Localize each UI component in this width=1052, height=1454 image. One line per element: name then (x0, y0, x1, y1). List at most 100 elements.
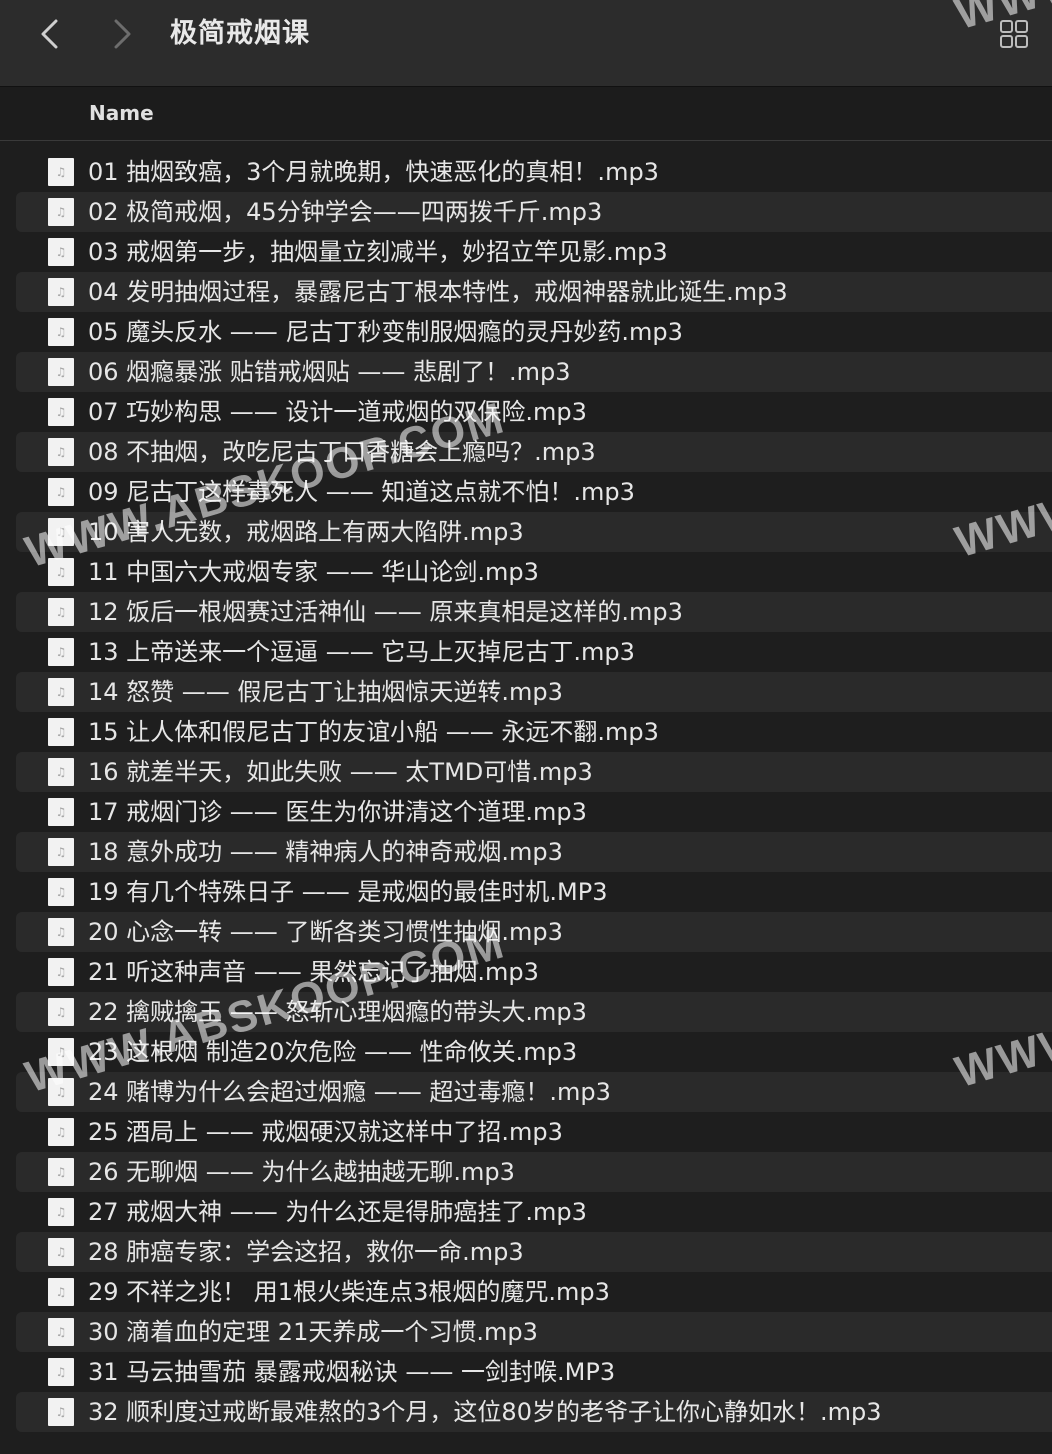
music-note-icon: ♫ (55, 605, 67, 619)
audio-file-icon: ♫ (48, 1078, 74, 1106)
file-row[interactable]: ♫ 04 发明抽烟过程，暴露尼古丁根本特性，戒烟神器就此诞生.mp3 (16, 272, 1052, 312)
file-row[interactable]: ♫ 15 让人体和假尼古丁的友谊小船 —— 永远不翻.mp3 (16, 712, 1052, 752)
audio-file-icon: ♫ (48, 758, 74, 786)
file-row[interactable]: ♫ 02 极简戒烟，45分钟学会——四两拨千斤.mp3 (16, 192, 1052, 232)
audio-file-icon: ♫ (48, 198, 74, 226)
audio-file-icon: ♫ (48, 238, 74, 266)
file-name: 31 马云抽雪茄 暴露戒烟秘诀 —— 一剑封喉.MP3 (88, 1358, 616, 1386)
file-name: 19 有几个特殊日子 —— 是戒烟的最佳时机.MP3 (88, 878, 608, 906)
file-row[interactable]: ♫ 25 酒局上 —— 戒烟硬汉就这样中了招.mp3 (16, 1112, 1052, 1152)
music-note-icon: ♫ (55, 205, 67, 219)
name-column-header[interactable]: Name (89, 99, 154, 127)
audio-file-icon: ♫ (48, 998, 74, 1026)
file-name: 11 中国六大戒烟专家 —— 华山论剑.mp3 (88, 558, 539, 586)
file-name: 16 就差半天，如此失败 —— 太TMD可惜.mp3 (88, 758, 593, 786)
audio-file-icon: ♫ (48, 838, 74, 866)
audio-file-icon: ♫ (48, 1358, 74, 1386)
file-name: 22 擒贼擒王 —— 怒斩心理烟瘾的带头大.mp3 (88, 998, 587, 1026)
audio-file-icon: ♫ (48, 158, 74, 186)
file-row[interactable]: ♫ 11 中国六大戒烟专家 —— 华山论剑.mp3 (16, 552, 1052, 592)
file-row[interactable]: ♫ 16 就差半天，如此失败 —— 太TMD可惜.mp3 (16, 752, 1052, 792)
music-note-icon: ♫ (55, 1205, 67, 1219)
audio-file-icon: ♫ (48, 278, 74, 306)
file-name: 21 听这种声音 —— 果然忘记了抽烟.mp3 (88, 958, 539, 986)
file-name: 05 魔头反水 —— 尼古丁秒变制服烟瘾的灵丹妙药.mp3 (88, 318, 683, 346)
audio-file-icon: ♫ (48, 398, 74, 426)
back-button[interactable] (32, 16, 68, 52)
music-note-icon: ♫ (55, 245, 67, 259)
file-name: 04 发明抽烟过程，暴露尼古丁根本特性，戒烟神器就此诞生.mp3 (88, 278, 788, 306)
chevron-right-icon (114, 19, 131, 49)
file-row[interactable]: ♫ 17 戒烟门诊 —— 医生为你讲清这个道理.mp3 (16, 792, 1052, 832)
file-name: 07 巧妙构思 —— 设计一道戒烟的双保险.mp3 (88, 398, 587, 426)
file-row[interactable]: ♫ 18 意外成功 —— 精神病人的神奇戒烟.mp3 (16, 832, 1052, 872)
file-row[interactable]: ♫ 08 不抽烟，改吃尼古丁口香糖会上瘾吗？.mp3 (16, 432, 1052, 472)
file-name: 24 赌博为什么会超过烟瘾 —— 超过毒瘾！.mp3 (88, 1078, 611, 1106)
music-note-icon: ♫ (55, 1365, 67, 1379)
file-row[interactable]: ♫ 19 有几个特殊日子 —— 是戒烟的最佳时机.MP3 (16, 872, 1052, 912)
file-name: 01 抽烟致癌，3个月就晚期，快速恶化的真相！.mp3 (88, 158, 659, 186)
file-row[interactable]: ♫ 31 马云抽雪茄 暴露戒烟秘诀 —— 一剑封喉.MP3 (16, 1352, 1052, 1392)
file-name: 30 滴着血的定理 21天养成一个习惯.mp3 (88, 1318, 538, 1346)
file-row[interactable]: ♫ 23 这根烟 制造20次危险 —— 性命攸关.mp3 (16, 1032, 1052, 1072)
file-row[interactable]: ♫ 01 抽烟致癌，3个月就晚期，快速恶化的真相！.mp3 (16, 152, 1052, 192)
file-row[interactable]: ♫ 24 赌博为什么会超过烟瘾 —— 超过毒瘾！.mp3 (16, 1072, 1052, 1112)
file-name: 25 酒局上 —— 戒烟硬汉就这样中了招.mp3 (88, 1118, 563, 1146)
music-note-icon: ♫ (55, 805, 67, 819)
grid-view-button[interactable] (996, 16, 1032, 52)
file-row[interactable]: ♫ 05 魔头反水 —— 尼古丁秒变制服烟瘾的灵丹妙药.mp3 (16, 312, 1052, 352)
file-row[interactable]: ♫ 32 顺利度过戒断最难熬的3个月，这位80岁的老爷子让你心静如水！.mp3 (16, 1392, 1052, 1432)
file-row[interactable]: ♫ 03 戒烟第一步，抽烟量立刻减半，妙招立竿见影.mp3 (16, 232, 1052, 272)
audio-file-icon: ♫ (48, 1278, 74, 1306)
audio-file-icon: ♫ (48, 1118, 74, 1146)
file-row[interactable]: ♫ 29 不祥之兆！ 用1根火柴连点3根烟的魔咒.mp3 (16, 1272, 1052, 1312)
file-row[interactable]: ♫ 28 肺癌专家：学会这招，救你一命.mp3 (16, 1232, 1052, 1272)
file-row[interactable]: ♫ 13 上帝送来一个逗逼 —— 它马上灭掉尼古丁.mp3 (16, 632, 1052, 672)
file-name: 06 烟瘾暴涨 贴错戒烟贴 —— 悲剧了！.mp3 (88, 358, 571, 386)
music-note-icon: ♫ (55, 1285, 67, 1299)
audio-file-icon: ♫ (48, 638, 74, 666)
music-note-icon: ♫ (55, 1405, 67, 1419)
music-note-icon: ♫ (55, 285, 67, 299)
file-name: 20 心念一转 —— 了断各类习惯性抽烟.mp3 (88, 918, 563, 946)
file-name: 03 戒烟第一步，抽烟量立刻减半，妙招立竿见影.mp3 (88, 238, 668, 266)
audio-file-icon: ♫ (48, 358, 74, 386)
file-row[interactable]: ♫ 14 怒赞 —— 假尼古丁让抽烟惊天逆转.mp3 (16, 672, 1052, 712)
file-row[interactable]: ♫ 09 尼古丁这样毒死人 —— 知道这点就不怕！.mp3 (16, 472, 1052, 512)
toolbar: 极简戒烟课 (0, 0, 1052, 87)
file-name: 12 饭后一根烟赛过活神仙 —— 原来真相是这样的.mp3 (88, 598, 683, 626)
music-note-icon: ♫ (55, 925, 67, 939)
music-note-icon: ♫ (55, 645, 67, 659)
file-row[interactable]: ♫ 21 听这种声音 —— 果然忘记了抽烟.mp3 (16, 952, 1052, 992)
audio-file-icon: ♫ (48, 678, 74, 706)
file-name: 27 戒烟大神 —— 为什么还是得肺癌挂了.mp3 (88, 1198, 587, 1226)
file-row[interactable]: ♫ 12 饭后一根烟赛过活神仙 —— 原来真相是这样的.mp3 (16, 592, 1052, 632)
audio-file-icon: ♫ (48, 478, 74, 506)
music-note-icon: ♫ (55, 325, 67, 339)
music-note-icon: ♫ (55, 1045, 67, 1059)
audio-file-icon: ♫ (48, 598, 74, 626)
music-note-icon: ♫ (55, 885, 67, 899)
music-note-icon: ♫ (55, 365, 67, 379)
file-row[interactable]: ♫ 26 无聊烟 —— 为什么越抽越无聊.mp3 (16, 1152, 1052, 1192)
audio-file-icon: ♫ (48, 918, 74, 946)
forward-button[interactable] (104, 16, 140, 52)
file-row[interactable]: ♫ 27 戒烟大神 —— 为什么还是得肺癌挂了.mp3 (16, 1192, 1052, 1232)
file-row[interactable]: ♫ 06 烟瘾暴涨 贴错戒烟贴 —— 悲剧了！.mp3 (16, 352, 1052, 392)
music-note-icon: ♫ (55, 845, 67, 859)
music-note-icon: ♫ (55, 765, 67, 779)
audio-file-icon: ♫ (48, 718, 74, 746)
file-row[interactable]: ♫ 30 滴着血的定理 21天养成一个习惯.mp3 (16, 1312, 1052, 1352)
file-row[interactable]: ♫ 10 害人无数，戒烟路上有两大陷阱.mp3 (16, 512, 1052, 552)
audio-file-icon: ♫ (48, 878, 74, 906)
file-name: 32 顺利度过戒断最难熬的3个月，这位80岁的老爷子让你心静如水！.mp3 (88, 1398, 882, 1426)
audio-file-icon: ♫ (48, 1038, 74, 1066)
audio-file-icon: ♫ (48, 958, 74, 986)
file-row[interactable]: ♫ 22 擒贼擒王 —— 怒斩心理烟瘾的带头大.mp3 (16, 992, 1052, 1032)
audio-file-icon: ♫ (48, 1398, 74, 1426)
chevron-left-icon (41, 19, 58, 49)
file-row[interactable]: ♫ 07 巧妙构思 —— 设计一道戒烟的双保险.mp3 (16, 392, 1052, 432)
file-row[interactable]: ♫ 20 心念一转 —— 了断各类习惯性抽烟.mp3 (16, 912, 1052, 952)
music-note-icon: ♫ (55, 1125, 67, 1139)
audio-file-icon: ♫ (48, 1158, 74, 1186)
